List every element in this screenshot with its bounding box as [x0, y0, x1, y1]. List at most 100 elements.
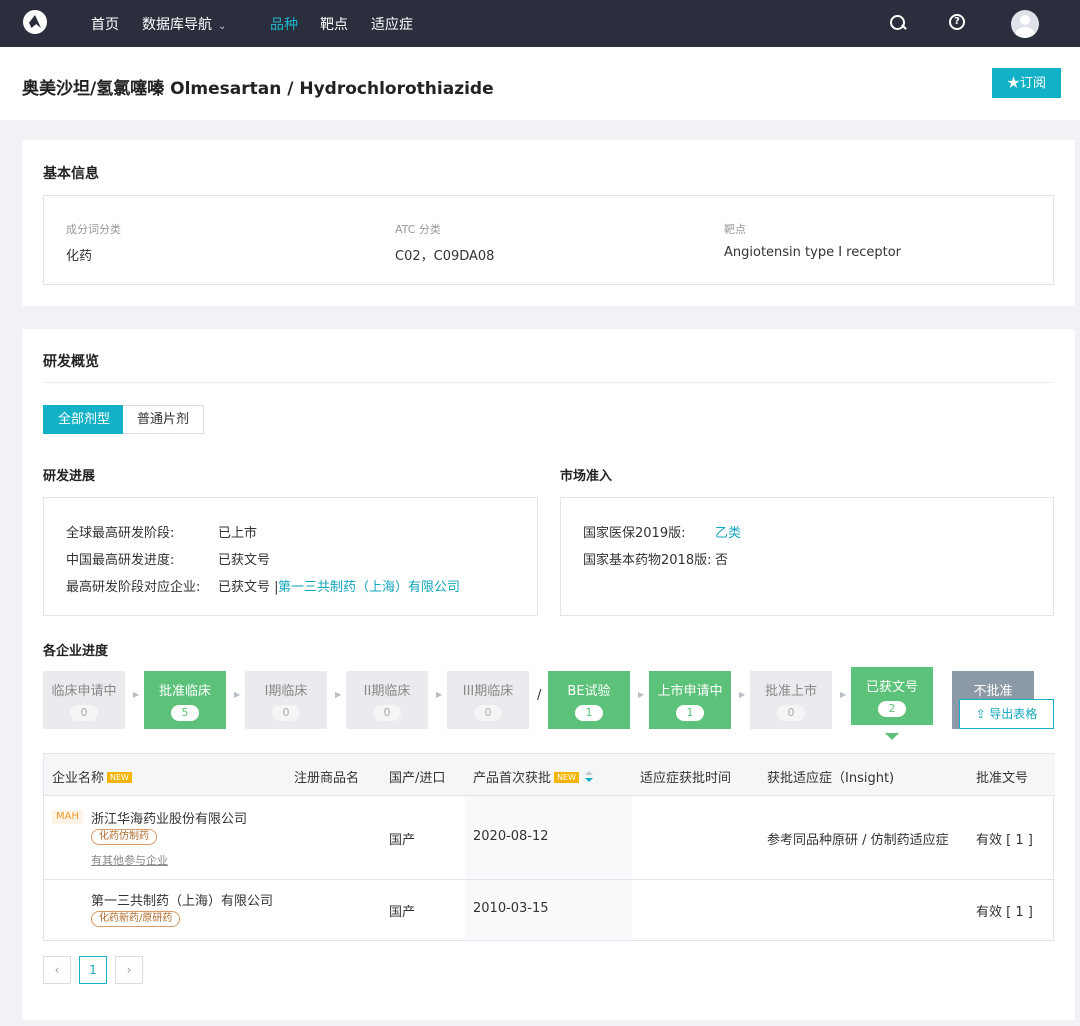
company-link[interactable]: 第一三共制药（上海）有限公司 — [91, 890, 273, 909]
col-company[interactable]: 企业名称 NEW — [52, 767, 132, 786]
stage-clinical-approved[interactable]: 批准临床 5 — [144, 671, 226, 729]
export-table-label: 导出表格 — [989, 707, 1038, 721]
rd-progress-box: 全球最高研发阶段: 已上市 中国最高研发进度: 已获文号 最高研发阶段对应企业:… — [43, 497, 538, 616]
stage-count: 0 — [777, 705, 805, 721]
nav-database-label: 数据库导航 — [142, 17, 212, 33]
prev-page-button[interactable]: ‹ — [43, 956, 71, 984]
ingredient-class-value: 化药 — [66, 249, 93, 264]
stage-marketing-application[interactable]: 上市申请中 1 — [649, 671, 731, 729]
stage-marketing-approved[interactable]: 批准上市 0 — [750, 671, 832, 729]
stage-count: 5 — [171, 705, 199, 721]
market-access-title: 市场准入 — [560, 469, 613, 484]
chevron-right-icon: ▶ — [436, 690, 443, 699]
tab-regular-tablet[interactable]: 普通片剂 — [123, 405, 205, 434]
col-first-approval-label: 产品首次获批 — [473, 771, 552, 786]
stage-be-trial[interactable]: BE试验 1 — [548, 671, 630, 729]
approval-number-link[interactable]: 有效 [ 1 ] — [976, 829, 1033, 848]
chevron-right-icon: ▶ — [335, 690, 342, 699]
chevron-right-icon: ▶ — [638, 690, 645, 699]
table-row: 第一三共制药（上海）有限公司 化药新药/原研药 国产 2010-03-15 有效… — [44, 879, 1055, 940]
stage-count: 1 — [676, 705, 704, 721]
next-page-button[interactable]: › — [115, 956, 143, 984]
target-label: 靶点 — [724, 223, 746, 236]
china-stage-value: 已获文号 — [218, 553, 271, 568]
page-title: 奥美沙坦/氢氯噻嗪 Olmesartan / Hydrochlorothiazi… — [22, 79, 494, 99]
essential-drug-label: 国家基本药物2018版: — [583, 553, 712, 568]
stage-phase-3[interactable]: III期临床 0 — [447, 671, 529, 729]
first-approval-cell: 2010-03-15 — [473, 901, 549, 916]
stage-phase-2[interactable]: II期临床 0 — [346, 671, 428, 729]
stage-label: 临床申请中 — [51, 684, 117, 699]
origin-cell: 国产 — [389, 833, 416, 848]
page-header: 奥美沙坦/氢氯噻嗪 Olmesartan / Hydrochlorothiazi… — [0, 47, 1080, 120]
divider — [43, 382, 1054, 383]
nav-indications[interactable]: 适应症 — [371, 14, 413, 34]
top-company-link[interactable]: 第一三共制药（上海）有限公司 — [278, 576, 460, 595]
subscribe-button[interactable]: ★订阅 — [992, 68, 1061, 98]
table-header: 企业名称 NEW 注册商品名 国产/进口 产品首次获批 NEW 适应症获批时间 获批… — [44, 753, 1055, 795]
insurance-label: 国家医保2019版: — [583, 526, 686, 541]
new-badge: NEW — [107, 772, 132, 783]
atc-value: C02，C09DA08 — [395, 249, 495, 264]
nav-database[interactable]: 数据库导航 ⌄ — [142, 14, 226, 34]
enterprise-progress-title: 各企业进度 — [43, 644, 109, 659]
china-stage-label: 中国最高研发进度: — [66, 553, 175, 568]
upload-icon: ⇪ — [975, 707, 990, 721]
global-stage-value: 已上市 — [218, 526, 258, 541]
insurance-value[interactable]: 乙类 — [715, 522, 741, 541]
stage-label: III期临床 — [462, 684, 514, 699]
basic-info-title: 基本信息 — [43, 166, 99, 182]
essential-drug-value: 否 — [715, 553, 729, 568]
logo-icon[interactable] — [23, 10, 47, 34]
nav-targets[interactable]: 靶点 — [320, 14, 348, 34]
company-link[interactable]: 浙江华海药业股份有限公司 — [91, 808, 247, 827]
stage-count: 0 — [373, 705, 401, 721]
stage-label: 批准上市 — [764, 684, 817, 699]
stage-count: 2 — [878, 701, 906, 717]
stage-approval-number[interactable]: 已获文号 2 — [851, 667, 933, 725]
market-access-box: 国家医保2019版: 乙类 国家基本药物2018版: 否 — [560, 497, 1054, 616]
active-stage-pointer — [885, 733, 899, 740]
chevron-right-icon: ▶ — [133, 690, 140, 699]
top-nav: 首页 数据库导航 ⌄ 品种 靶点 适应症 ? — [0, 0, 1080, 47]
stage-count: 0 — [474, 705, 502, 721]
nav-varieties[interactable]: 品种 — [270, 14, 298, 34]
col-company-label: 企业名称 — [52, 771, 105, 786]
search-icon[interactable] — [888, 14, 906, 32]
chevron-right-icon: ▶ — [840, 690, 847, 699]
stage-count: 0 — [272, 705, 300, 721]
ingredient-class-label: 成分词分类 — [66, 223, 121, 236]
approval-number-link[interactable]: 有效 [ 1 ] — [976, 901, 1033, 920]
drug-type-tag: 化药新药/原研药 — [91, 911, 181, 927]
stage-count: 0 — [70, 705, 98, 721]
stage-label: 上市申请中 — [657, 684, 723, 699]
target-value: Angiotensin type I receptor — [724, 245, 902, 260]
tab-all-formulations[interactable]: 全部剂型 — [43, 405, 126, 434]
origin-cell: 国产 — [389, 905, 416, 920]
col-first-approval[interactable]: 产品首次获批 NEW — [473, 767, 593, 786]
top-company-status: 已获文号 | — [218, 580, 279, 595]
mah-badge: MAH — [52, 810, 83, 824]
page-button-current[interactable]: 1 — [79, 956, 107, 984]
help-icon[interactable]: ? — [949, 14, 965, 30]
stage-label: I期临床 — [264, 684, 308, 699]
col-approval-number: 批准文号 — [976, 771, 1029, 786]
sort-icon[interactable] — [584, 771, 593, 783]
stage-label: BE试验 — [567, 684, 611, 699]
top-company-label: 最高研发阶段对应企业: — [66, 580, 201, 595]
chevron-down-icon: ⌄ — [218, 21, 227, 32]
basic-info-card: 基本信息 成分词分类 化药 ATC 分类 C02，C09DA08 靶点 Angi… — [22, 140, 1075, 306]
new-badge: NEW — [554, 772, 579, 783]
atc-label: ATC 分类 — [395, 223, 441, 236]
drug-type-tag: 化药仿制药 — [91, 829, 157, 845]
stage-separator: / — [537, 688, 542, 703]
export-table-button[interactable]: ⇪ 导出表格 — [959, 699, 1054, 729]
nav-home[interactable]: 首页 — [91, 14, 119, 34]
stage-phase-1[interactable]: I期临床 0 — [245, 671, 327, 729]
col-origin: 国产/进口 — [389, 771, 446, 786]
stage-clinical-application[interactable]: 临床申请中 0 — [43, 671, 125, 729]
avatar[interactable] — [1011, 10, 1039, 38]
stage-count: 1 — [575, 705, 603, 721]
chevron-right-icon: ▶ — [234, 690, 241, 699]
other-participants-link[interactable]: 有其他参与企业 — [91, 852, 168, 868]
